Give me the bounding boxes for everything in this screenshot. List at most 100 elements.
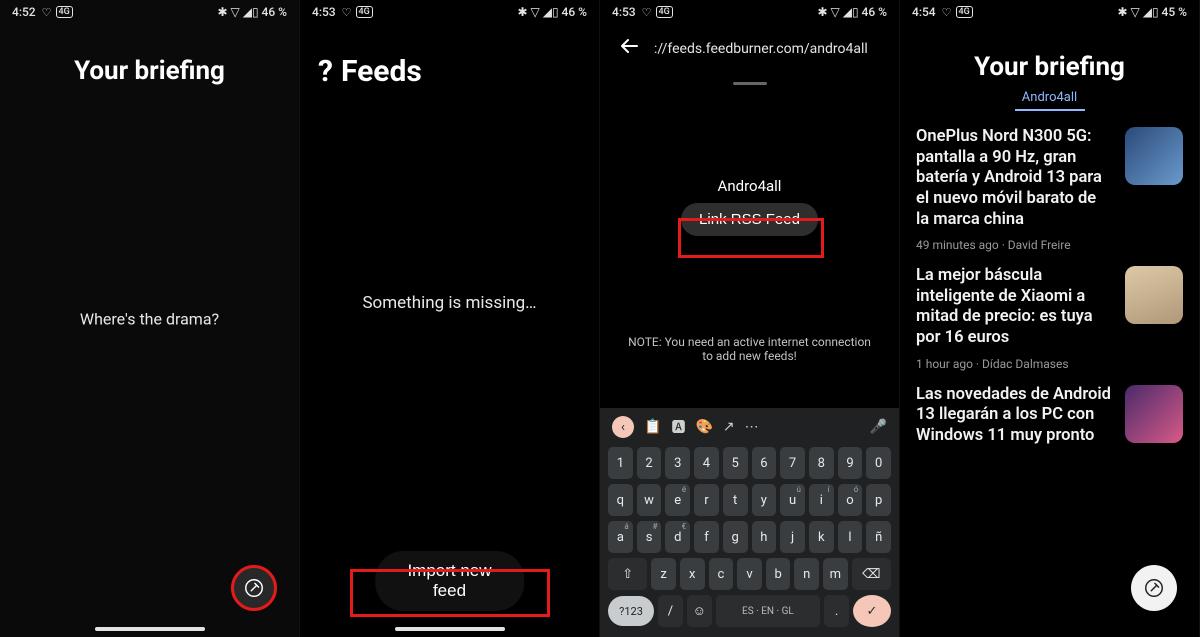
key-2[interactable]: 2 xyxy=(637,447,662,479)
news-item[interactable]: Las novedades de Android 13 llegarán a l… xyxy=(916,385,1183,447)
mic-icon[interactable]: 🎤 xyxy=(870,419,887,435)
share-icon[interactable]: ↗ xyxy=(723,419,735,435)
pencil-icon xyxy=(1143,577,1165,599)
key-r[interactable]: r xyxy=(694,484,719,516)
key-x[interactable]: x xyxy=(680,558,705,590)
key-n[interactable]: n xyxy=(794,558,819,590)
status-time: 4:53 xyxy=(312,5,336,19)
clipboard-icon[interactable]: 📋 xyxy=(644,419,661,435)
translate-icon[interactable]: 🅰 xyxy=(671,417,685,437)
key-9[interactable]: 9 xyxy=(838,447,863,479)
period-key[interactable]: . xyxy=(824,595,849,627)
key-l[interactable]: l xyxy=(838,521,863,553)
key-f[interactable]: f xyxy=(694,521,719,553)
news-title: Las novedades de Android 13 llegarán a l… xyxy=(916,385,1113,447)
page-title: Feeds xyxy=(341,54,422,89)
key-b[interactable]: b xyxy=(766,558,791,590)
news-meta: 49 minutes ago · David Freire xyxy=(916,238,1113,252)
status-time: 4:54 xyxy=(912,5,936,19)
more-icon[interactable]: ⋯ xyxy=(745,419,759,435)
pencil-icon xyxy=(243,577,265,599)
emoji-key[interactable]: ☺ xyxy=(687,595,712,627)
key-y[interactable]: y xyxy=(752,484,777,516)
spacebar-key[interactable]: ES · EN · GL xyxy=(716,595,820,627)
network-badge: 4G xyxy=(356,6,373,18)
status-bar: 4:53 ♡ 4G ✱ ▽ ◢ ▯ 46 % xyxy=(300,0,599,24)
key-8[interactable]: 8 xyxy=(809,447,834,479)
heart-icon: ♡ xyxy=(942,6,952,19)
feed-name-label: Andro4all xyxy=(600,177,899,195)
key-z[interactable]: z xyxy=(651,558,676,590)
slash-key[interactable]: / xyxy=(658,595,683,627)
news-item[interactable]: La mejor báscula inteligente de Xiaomi a… xyxy=(916,266,1183,371)
status-battery: ▯ 46 % xyxy=(552,5,587,19)
key-a[interactable]: aá xyxy=(608,521,633,553)
key-h[interactable]: h xyxy=(752,521,777,553)
status-time: 4:52 xyxy=(12,5,36,19)
status-icons: ✱ ▽ ◢ xyxy=(1117,5,1151,19)
key-u[interactable]: uú xyxy=(780,484,805,516)
key-i[interactable]: ií xyxy=(809,484,834,516)
network-badge: 4G xyxy=(656,6,673,18)
key-e[interactable]: eé xyxy=(665,484,690,516)
edit-fab[interactable] xyxy=(1131,565,1177,611)
key-k[interactable]: k xyxy=(809,521,834,553)
news-thumbnail xyxy=(1125,385,1183,443)
enter-key[interactable]: ✓ xyxy=(853,595,891,627)
help-icon[interactable]: ? xyxy=(318,54,333,89)
keyboard-toolbar[interactable]: ‹ 📋 🅰 🎨 ↗ ⋯ 🎤 xyxy=(604,412,895,442)
page-title: Your briefing xyxy=(0,56,299,86)
key-m[interactable]: m xyxy=(823,558,848,590)
key-s[interactable]: s# xyxy=(637,521,662,553)
palette-icon[interactable]: 🎨 xyxy=(695,419,712,435)
status-bar: 4:54 ♡ 4G ✱ ▽ ◢ ▯ 45 % xyxy=(900,0,1199,24)
key-t[interactable]: t xyxy=(723,484,748,516)
key-ñ[interactable]: ñ xyxy=(866,521,891,553)
status-battery: ▯ 46 % xyxy=(852,5,887,19)
key-c[interactable]: c xyxy=(709,558,734,590)
sheet-handle[interactable] xyxy=(733,82,767,85)
edit-fab[interactable] xyxy=(231,565,277,611)
keyboard-collapse-icon[interactable]: ‹ xyxy=(612,416,634,438)
numeric-switch-key[interactable]: ?123 xyxy=(608,596,654,626)
key-d[interactable]: d€ xyxy=(665,521,690,553)
status-battery: ▯ 46 % xyxy=(252,5,287,19)
empty-state-text: Where's the drama? xyxy=(0,309,299,328)
key-5[interactable]: 5 xyxy=(723,447,748,479)
heart-icon: ♡ xyxy=(342,6,352,19)
news-title: OnePlus Nord N300 5G: pantalla a 90 Hz, … xyxy=(916,127,1113,230)
key-v[interactable]: v xyxy=(737,558,762,590)
key-p[interactable]: p xyxy=(866,484,891,516)
key-w[interactable]: w xyxy=(637,484,662,516)
key-o[interactable]: oó xyxy=(838,484,863,516)
key-1[interactable]: 1 xyxy=(608,447,633,479)
key-3[interactable]: 3 xyxy=(665,447,690,479)
key-4[interactable]: 4 xyxy=(694,447,719,479)
status-bar: 4:52 ♡ 4G ✱ ▽ ◢ ▯ 46 % xyxy=(0,0,299,24)
back-button[interactable] xyxy=(614,34,644,64)
page-title: Your briefing xyxy=(900,52,1199,82)
news-meta: 1 hour ago · Dídac Dalmases xyxy=(916,357,1113,371)
nav-handle[interactable] xyxy=(95,627,205,631)
nav-handle[interactable] xyxy=(395,627,505,631)
key-7[interactable]: 7 xyxy=(780,447,805,479)
shift-key[interactable]: ⇧ xyxy=(608,558,647,590)
network-badge: 4G xyxy=(956,6,973,18)
soft-keyboard[interactable]: ‹ 📋 🅰 🎨 ↗ ⋯ 🎤 1234567890 qweértyuúiíoóp … xyxy=(600,408,899,637)
news-item[interactable]: OnePlus Nord N300 5G: pantalla a 90 Hz, … xyxy=(916,127,1183,252)
connection-note: NOTE: You need an active internet connec… xyxy=(600,335,899,363)
network-badge: 4G xyxy=(56,6,73,18)
key-q[interactable]: q xyxy=(608,484,633,516)
key-g[interactable]: g xyxy=(723,521,748,553)
key-6[interactable]: 6 xyxy=(752,447,777,479)
status-icons: ✱ ▽ ◢ xyxy=(817,5,851,19)
status-icons: ✱ ▽ ◢ xyxy=(517,5,551,19)
key-j[interactable]: j xyxy=(780,521,805,553)
key-0[interactable]: 0 xyxy=(866,447,891,479)
empty-state-text: Something is missing… xyxy=(300,293,599,313)
feed-tab-active[interactable]: Andro4all xyxy=(900,90,1199,111)
highlight-box xyxy=(678,218,824,258)
backspace-key[interactable]: ⌫ xyxy=(852,558,891,590)
status-time: 4:53 xyxy=(612,5,636,19)
feed-url-input[interactable]: ://feeds.feedburner.com/andro4all xyxy=(654,41,868,57)
